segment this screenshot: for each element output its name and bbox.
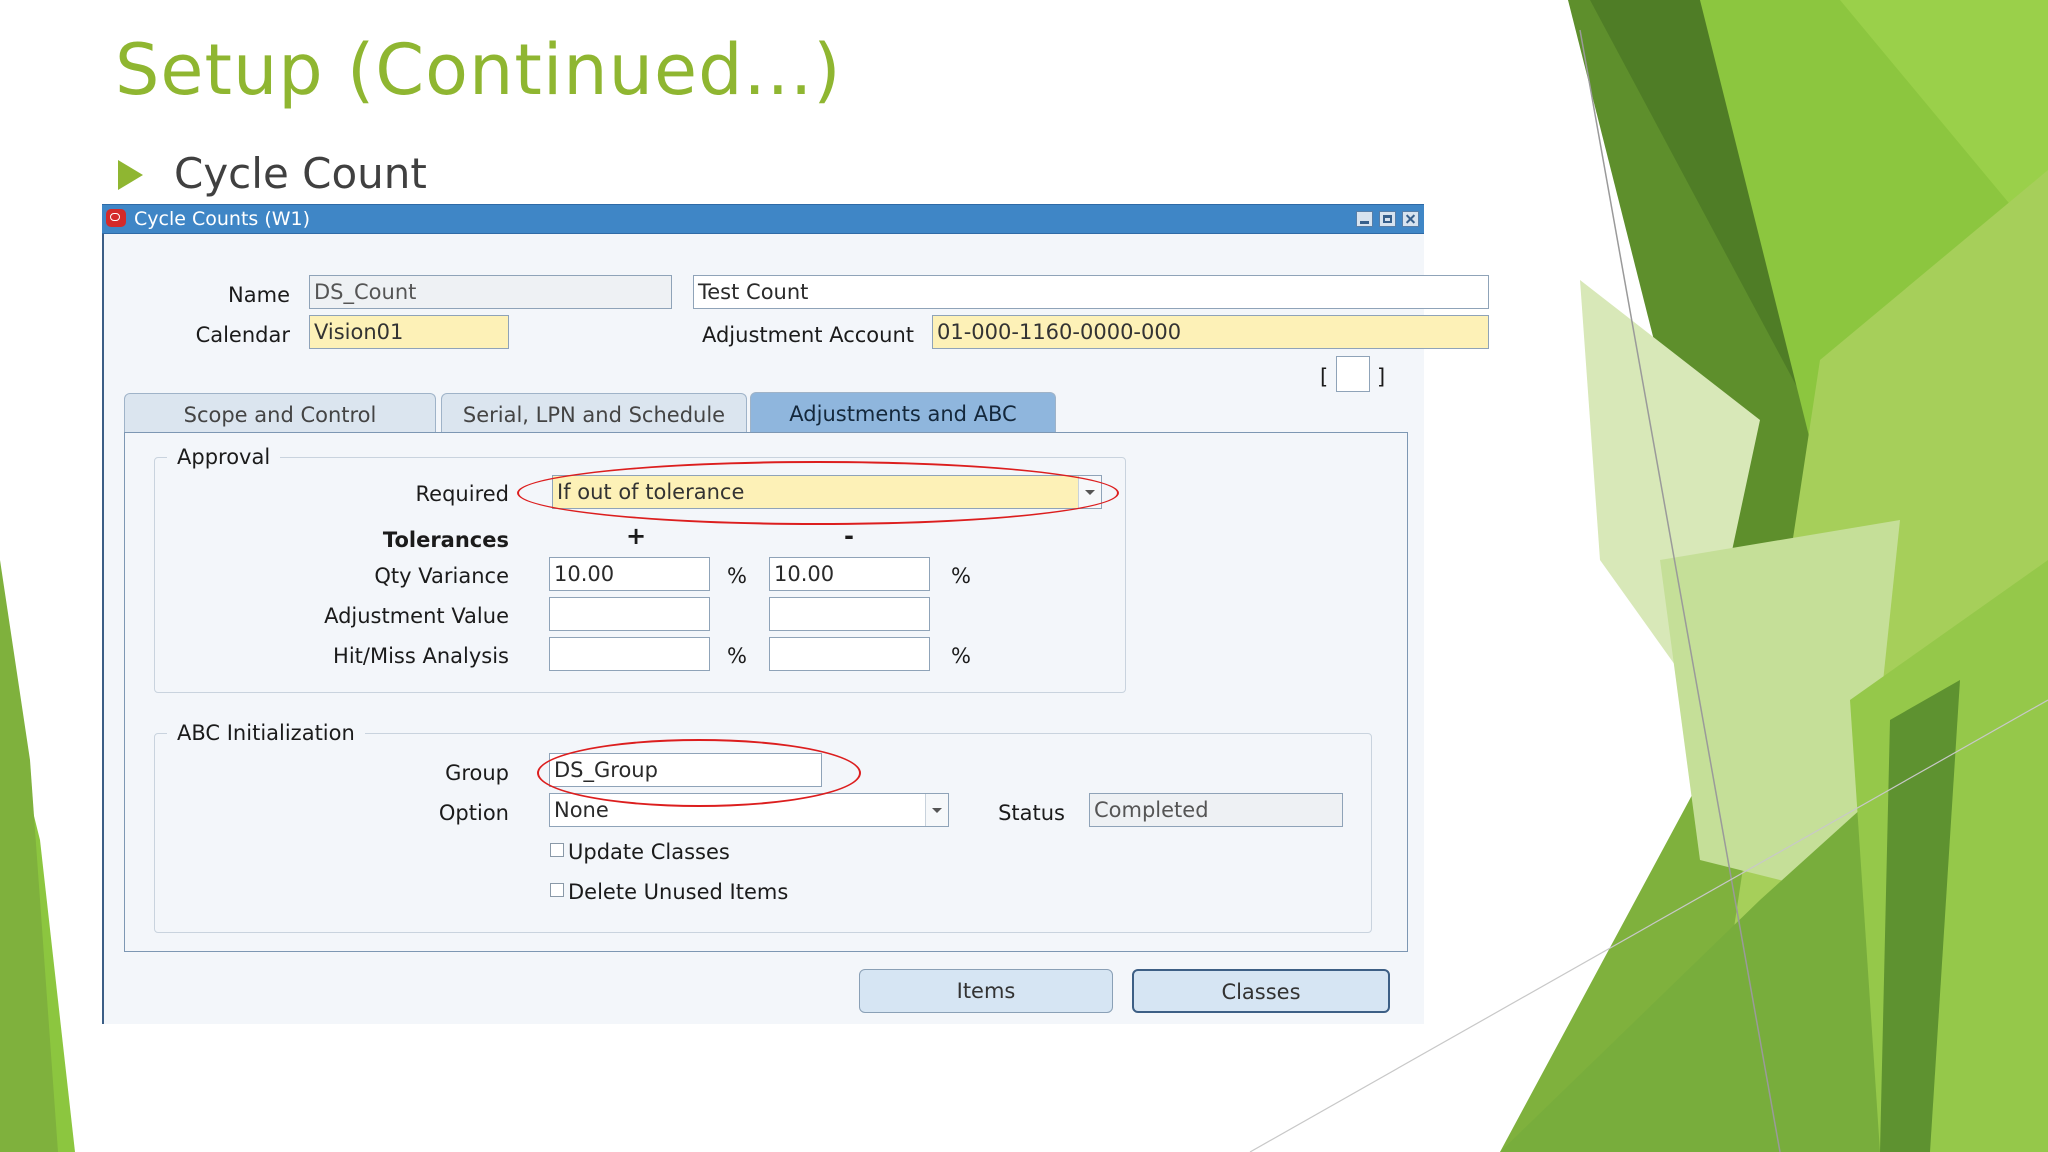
name-field[interactable]: DS_Count (309, 275, 672, 309)
description-field[interactable]: Test Count (693, 275, 1489, 309)
update-classes-checkbox[interactable] (550, 843, 564, 857)
hit-miss-analysis-label: Hit/Miss Analysis (333, 644, 509, 668)
slide-title: Setup (Continued...) (115, 29, 842, 111)
name-label: Name (228, 283, 290, 307)
adjustments-abc-panel: Approval Required If out of tolerance To… (124, 432, 1408, 952)
chevron-down-icon[interactable] (925, 794, 948, 826)
descriptive-flexfield[interactable] (1336, 356, 1370, 392)
plus-tolerance-header: + (626, 522, 647, 550)
tab-scope-and-control[interactable]: Scope and Control (124, 393, 436, 435)
percent-sign: % (951, 644, 971, 668)
window-title: Cycle Counts (W1) (134, 208, 311, 230)
required-select[interactable]: If out of tolerance (552, 475, 1102, 509)
option-select-value: None (554, 798, 609, 822)
chevron-down-icon[interactable] (1078, 476, 1101, 508)
cycle-counts-window: Cycle Counts (W1) Name DS_Count Test Cou… (102, 204, 1489, 1024)
required-select-value: If out of tolerance (557, 480, 745, 504)
status-field: Completed (1089, 793, 1343, 827)
oracle-app-icon (106, 209, 126, 227)
qty-variance-label: Qty Variance (374, 564, 509, 588)
window-border (102, 234, 104, 1024)
hit-miss-minus-field[interactable] (769, 637, 930, 671)
qty-variance-plus-field[interactable]: 10.00 (549, 557, 710, 591)
status-label: Status (998, 801, 1065, 825)
approval-group-label: Approval (167, 444, 281, 470)
bracket-close: ] (1377, 365, 1386, 389)
qty-variance-minus-field[interactable]: 10.00 (769, 557, 930, 591)
slide-bullet-text: Cycle Count (174, 149, 427, 198)
adjustment-account-label: Adjustment Account (701, 323, 914, 347)
delete-unused-items-label: Delete Unused Items (568, 880, 789, 904)
delete-unused-items-checkbox[interactable] (550, 883, 564, 897)
bracket-open: [ (1320, 365, 1329, 389)
adjustment-value-label: Adjustment Value (324, 604, 509, 628)
option-label: Option (438, 801, 509, 825)
group-field[interactable]: DS_Group (549, 753, 822, 787)
minus-tolerance-header: - (844, 522, 854, 550)
percent-sign: % (951, 564, 971, 588)
adjustment-value-minus-field[interactable] (769, 597, 930, 631)
update-classes-label: Update Classes (568, 840, 730, 864)
group-label: Group (445, 761, 509, 785)
hit-miss-plus-field[interactable] (549, 637, 710, 671)
classes-button[interactable]: Classes (1132, 969, 1390, 1013)
adjustment-account-field[interactable]: 01-000-1160-0000-000 (932, 315, 1489, 349)
calendar-field[interactable]: Vision01 (309, 315, 509, 349)
percent-sign: % (727, 564, 747, 588)
bullet-triangle-icon (118, 160, 143, 190)
percent-sign: % (727, 644, 747, 668)
calendar-label: Calendar (195, 323, 290, 347)
window-titlebar[interactable]: Cycle Counts (W1) (102, 204, 1424, 234)
maximize-icon[interactable] (1379, 211, 1396, 227)
tolerances-heading: Tolerances (382, 528, 509, 552)
items-button[interactable]: Items (859, 969, 1113, 1013)
close-icon[interactable] (1402, 211, 1419, 227)
tab-serial-lpn-schedule[interactable]: Serial, LPN and Schedule (441, 393, 747, 435)
tab-adjustments-and-abc[interactable]: Adjustments and ABC (750, 392, 1056, 436)
minimize-icon[interactable] (1356, 211, 1373, 227)
abc-initialization-label: ABC Initialization (167, 720, 365, 746)
required-label: Required (415, 482, 509, 506)
adjustment-value-plus-field[interactable] (549, 597, 710, 631)
option-select[interactable]: None (549, 793, 949, 827)
